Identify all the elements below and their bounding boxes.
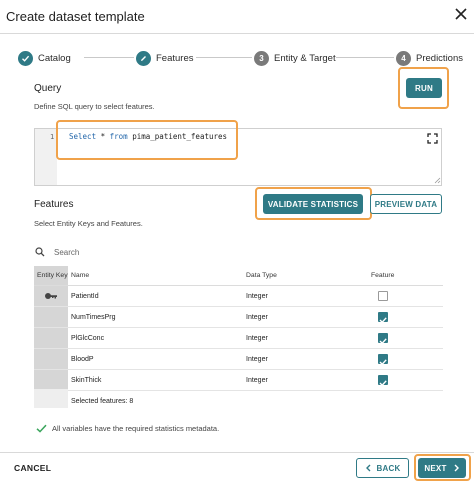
validation-message: All variables have the required statisti…	[52, 424, 220, 433]
feature-checkbox[interactable]	[378, 312, 388, 324]
query-subtitle: Define SQL query to select features.	[34, 102, 155, 111]
feature-checkbox[interactable]	[378, 375, 388, 387]
cancel-button[interactable]: CANCEL	[14, 463, 51, 473]
selected-features-count: Selected features: 8	[71, 398, 134, 405]
feature-checkbox[interactable]	[378, 354, 388, 366]
step-predictions[interactable]: 4 Predictions	[396, 49, 463, 67]
table-row[interactable]: BloodP Integer	[34, 349, 443, 370]
run-highlight	[398, 67, 449, 109]
table-row[interactable]: NumTimesPrg Integer	[34, 307, 443, 328]
check-icon	[379, 380, 387, 387]
column-header: Data Type	[246, 272, 277, 279]
validate-highlight	[255, 187, 372, 220]
dialog-title: Create dataset template	[6, 9, 145, 24]
step-connector	[84, 57, 134, 58]
resize-handle-icon[interactable]	[433, 176, 441, 184]
back-button[interactable]: BACK	[356, 458, 409, 478]
check-icon	[379, 317, 387, 324]
entity-key-cell[interactable]	[34, 370, 68, 390]
features-subtitle: Select Entity Keys and Features.	[34, 219, 143, 228]
fullscreen-icon[interactable]	[427, 133, 438, 144]
step-catalog[interactable]: Catalog	[18, 49, 71, 67]
feature-name: SkinThick	[71, 377, 102, 384]
key-icon	[45, 293, 57, 299]
feature-name: NumTimesPrg	[71, 314, 116, 321]
table-row[interactable]: PatientId Integer	[34, 286, 443, 307]
column-header: Entity Key	[37, 272, 68, 279]
features-title: Features	[34, 199, 74, 210]
column-header: Name	[71, 272, 90, 279]
table-row[interactable]: SkinThick Integer	[34, 370, 443, 391]
line-number: 1	[50, 133, 55, 141]
feature-name: BloodP	[71, 356, 94, 363]
entity-key-cell[interactable]	[34, 328, 68, 348]
entity-key-cell[interactable]	[34, 307, 68, 327]
step-features[interactable]: Features	[136, 49, 194, 67]
back-label: BACK	[376, 463, 401, 473]
checkmark-icon	[36, 424, 47, 433]
data-type: Integer	[246, 293, 268, 300]
column-header: Feature	[371, 272, 395, 279]
search-icon	[35, 247, 45, 257]
data-type: Integer	[246, 377, 268, 384]
wizard-stepper: Catalog Features 3 Entity & Target 4 Pre…	[18, 49, 463, 69]
entity-key-column-footer	[34, 389, 68, 408]
step-label: Entity & Target	[274, 52, 336, 64]
validation-status: All variables have the required statisti…	[36, 424, 219, 433]
data-type: Integer	[246, 335, 268, 342]
close-icon[interactable]	[454, 7, 468, 21]
check-icon	[18, 50, 33, 66]
step-number: 4	[396, 50, 411, 66]
step-connector	[196, 57, 252, 58]
data-type: Integer	[246, 314, 268, 321]
step-entity-target[interactable]: 3 Entity & Target	[254, 49, 336, 67]
feature-name: PatientId	[71, 293, 99, 300]
pencil-icon	[136, 50, 151, 66]
entity-key-cell[interactable]	[34, 349, 68, 369]
next-highlight	[414, 454, 471, 481]
table-row[interactable]: PlGlcConc Integer	[34, 328, 443, 349]
data-type: Integer	[246, 356, 268, 363]
feature-checkbox[interactable]	[378, 333, 388, 345]
feature-checkbox[interactable]	[378, 291, 388, 301]
check-icon	[379, 359, 387, 366]
chevron-left-icon	[365, 464, 371, 472]
entity-key-cell[interactable]	[34, 286, 68, 306]
step-label: Features	[156, 52, 194, 64]
dialog-header: Create dataset template	[0, 0, 474, 34]
step-label: Predictions	[416, 52, 463, 64]
search-input[interactable]: Search	[54, 248, 79, 257]
query-title: Query	[34, 83, 62, 94]
step-label: Catalog	[38, 52, 71, 64]
check-icon	[379, 338, 387, 345]
step-number: 3	[254, 50, 269, 66]
table-header: Entity Key Name Data Type Feature	[34, 266, 443, 286]
search-box[interactable]: Search	[35, 244, 235, 260]
feature-name: PlGlcConc	[71, 335, 105, 342]
query-highlight	[56, 120, 238, 160]
preview-data-button[interactable]: PREVIEW DATA	[370, 194, 442, 214]
step-connector	[336, 57, 394, 58]
